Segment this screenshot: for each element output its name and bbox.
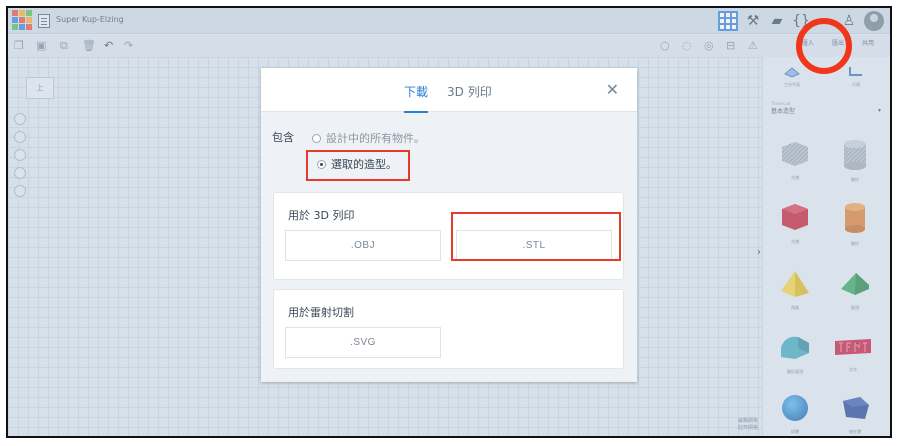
radio-all[interactable] — [312, 133, 321, 143]
annotation-stl-button — [451, 212, 621, 261]
tab-3d-print[interactable]: 3D 列印 — [447, 83, 492, 100]
svg-button[interactable]: .SVG — [285, 327, 441, 358]
option-all-objects[interactable]: 設計中的所有物件。 — [312, 130, 425, 146]
annotation-export-circle — [796, 18, 852, 74]
app-window: Super Kup-Elzing ⚒ ▰ {} ♙ ❐ ▣ ⧉ 🗑 ↶ ↷ ○ … — [6, 6, 892, 438]
close-icon[interactable]: ✕ — [606, 82, 619, 98]
card-laser-cut: 用於雷射切割 .SVG — [273, 289, 624, 369]
annotation-selected-option — [306, 150, 410, 181]
option-all-label: 設計中的所有物件。 — [326, 132, 425, 145]
dialog-header: 下載 3D 列印 ✕ — [261, 68, 637, 113]
include-label: 包含 — [272, 131, 294, 144]
section-laser-title: 用於雷射切割 — [288, 306, 354, 319]
section-3d-print-title: 用於 3D 列印 — [288, 209, 355, 222]
obj-button[interactable]: .OBJ — [285, 230, 441, 261]
tab-download[interactable]: 下載 — [404, 83, 429, 113]
